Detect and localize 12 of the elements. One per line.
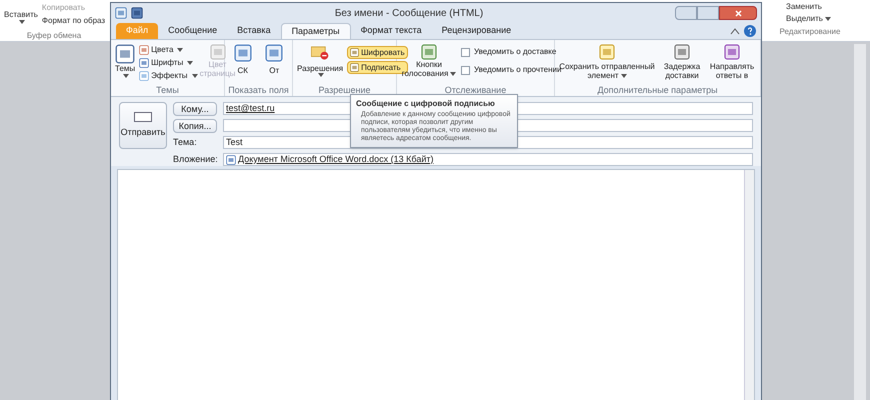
group-label: Буфер обмена [26,30,82,41]
group-label: Разрешение [318,84,372,96]
group-label: Показать поля [227,84,290,96]
group-label: Дополнительные параметры [596,84,719,96]
checkbox-label: Уведомить о доставке [474,46,556,58]
field-label: Тема: [173,136,198,149]
window-title: Без имени - Сообщение (HTML) [334,6,484,20]
group-label: Отслеживание [444,84,508,96]
group-label: Редактирование [778,26,842,38]
tooltip-title: Сообщение с цифровой подписью [356,99,496,109]
group-label: Темы [155,84,180,96]
field-label: Вложение: [173,152,217,166]
